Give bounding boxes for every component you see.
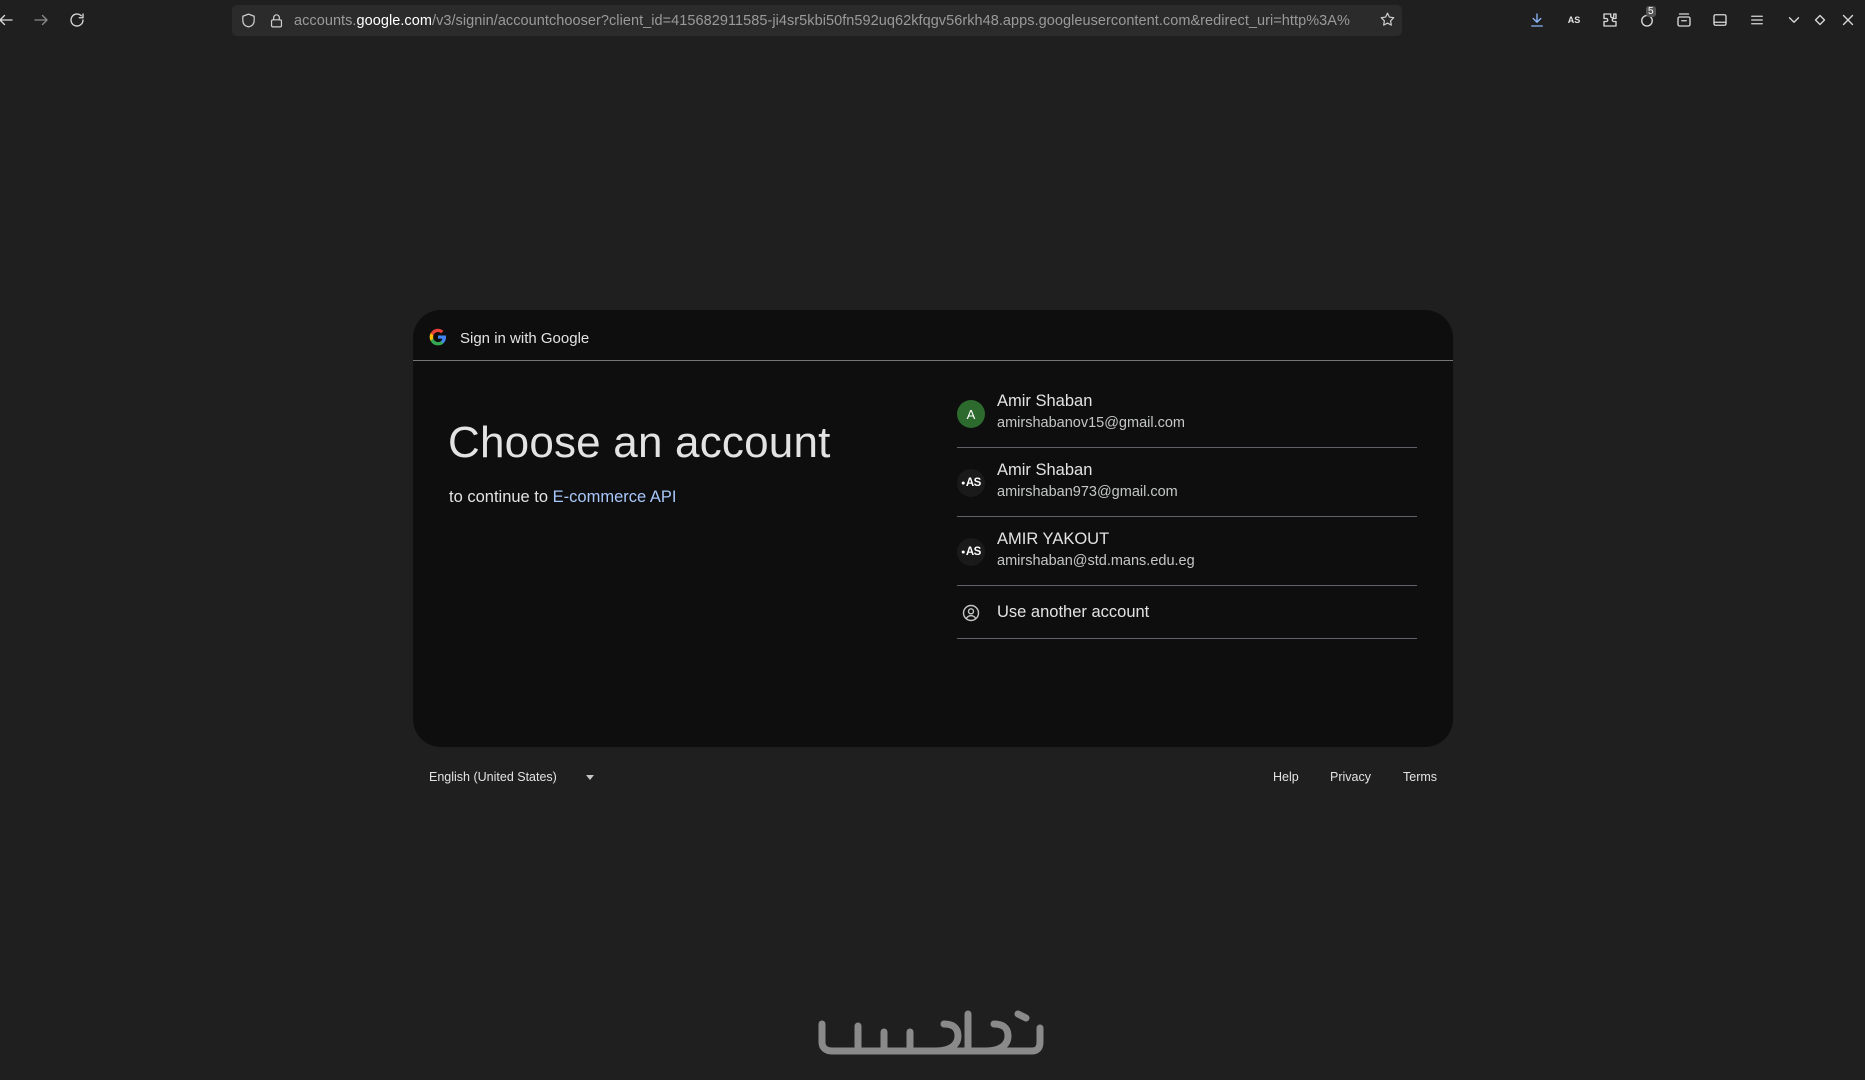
use-another-account-label: Use another account <box>997 603 1150 621</box>
minimize-icon[interactable] <box>1808 8 1832 32</box>
download-icon[interactable] <box>1525 8 1549 32</box>
use-another-account-button[interactable]: Use another account <box>957 586 1417 639</box>
account-email: amirshabanov15@gmail.com <box>997 415 1185 431</box>
help-link[interactable]: Help <box>1273 770 1299 784</box>
privacy-link[interactable]: Privacy <box>1330 770 1371 784</box>
account-circle-icon <box>962 604 980 622</box>
account-item[interactable]: ● AS Amir Shaban amirshaban973@gmail.com <box>957 448 1417 517</box>
google-logo-icon <box>429 328 446 346</box>
header-title: Sign in with Google <box>460 330 590 347</box>
person-icon: ● <box>961 548 965 556</box>
person-icon: ● <box>961 479 965 487</box>
lock-icon[interactable] <box>268 12 285 34</box>
back-icon[interactable] <box>0 8 18 32</box>
reload-icon[interactable] <box>65 8 89 32</box>
list-all-tabs-icon[interactable] <box>1782 8 1806 32</box>
avatar: ● AS <box>957 469 985 497</box>
terms-link[interactable]: Terms <box>1403 770 1437 784</box>
dropdown-arrow-icon[interactable] <box>586 775 594 780</box>
extension-badge-count: 5 <box>1646 6 1656 17</box>
forward-icon[interactable] <box>29 8 53 32</box>
page-title: Choose an account <box>448 418 831 467</box>
browser-toolbar: accounts.google.com/v3/signin/accountcho… <box>0 0 1865 40</box>
account-item[interactable]: A Amir Shaban amirshabanov15@gmail.com <box>957 379 1417 448</box>
url-text[interactable]: accounts.google.com/v3/signin/accountcho… <box>294 13 1364 29</box>
avatar: ● AS <box>957 538 985 566</box>
sidebar-icon[interactable] <box>1708 8 1732 32</box>
extensions-puzzle-icon[interactable] <box>1598 8 1622 32</box>
account-name: Amir Shaban <box>997 392 1093 410</box>
account-name: AMIR YAKOUT <box>997 530 1110 548</box>
signin-card: Sign in with Google Choose an account to… <box>413 310 1453 747</box>
shield-icon[interactable] <box>240 12 257 34</box>
avatar: A <box>957 400 985 428</box>
account-email: amirshaban973@gmail.com <box>997 484 1178 500</box>
account-name: Amir Shaban <box>997 461 1093 479</box>
account-email: amirshaban@std.mans.edu.eg <box>997 553 1195 569</box>
language-selector[interactable]: English (United States) <box>429 770 557 784</box>
account-list: A Amir Shaban amirshabanov15@gmail.com ●… <box>957 379 1417 639</box>
address-bar[interactable]: accounts.google.com/v3/signin/accountcho… <box>232 5 1402 36</box>
card-header: Sign in with Google <box>413 310 1453 361</box>
container-icon[interactable] <box>1672 8 1696 32</box>
watermark-logo-icon <box>818 1010 1044 1055</box>
subtitle: to continue to E-commerce API <box>449 488 677 506</box>
account-item[interactable]: ● AS AMIR YAKOUT amirshaban@std.mans.edu.… <box>957 517 1417 586</box>
menu-icon[interactable] <box>1745 8 1769 32</box>
bookmark-star-icon[interactable] <box>1379 11 1396 33</box>
profile-extension-icon[interactable]: AS <box>1562 8 1586 32</box>
app-name-link[interactable]: E-commerce API <box>553 488 677 506</box>
close-icon[interactable] <box>1836 8 1860 32</box>
